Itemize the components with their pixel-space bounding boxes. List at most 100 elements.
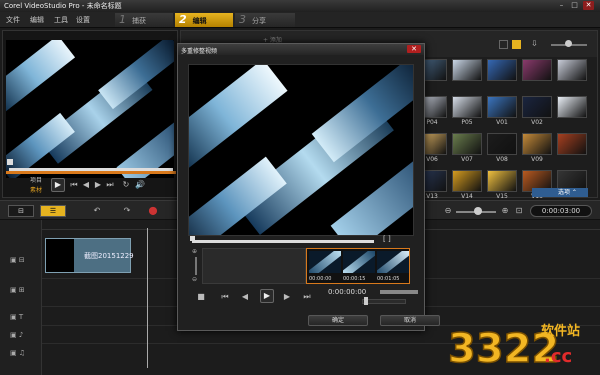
frame-thumbnail[interactable] bbox=[309, 251, 341, 273]
media-thumbnail[interactable] bbox=[487, 96, 517, 118]
music-track-icon[interactable]: ▣ ♫ bbox=[10, 349, 34, 359]
list-view-icon[interactable] bbox=[499, 40, 508, 49]
tab-share[interactable]: 3 分享 bbox=[235, 13, 295, 27]
frame-timecode: 00:00:00 bbox=[309, 276, 332, 282]
play-button[interactable]: ▶ bbox=[51, 178, 65, 192]
skip-start-icon[interactable]: ⏮ bbox=[69, 180, 79, 190]
tab-capture[interactable]: 1 捕获 bbox=[115, 13, 173, 27]
zoom-in-icon[interactable]: ⊕ bbox=[500, 206, 510, 216]
tab-edit[interactable]: 2 编辑 bbox=[175, 13, 233, 27]
dialog-image-shard bbox=[189, 65, 288, 171]
media-thumbnail[interactable] bbox=[452, 133, 482, 155]
media-thumbnail[interactable] bbox=[522, 96, 552, 118]
media-thumbnail[interactable] bbox=[452, 170, 482, 192]
clip-mode-label[interactable]: 素材 bbox=[30, 185, 42, 194]
skip-start-icon[interactable]: ⏮ bbox=[220, 292, 230, 302]
slider-knob[interactable] bbox=[474, 207, 482, 215]
media-thumbnail-label: V15 bbox=[496, 193, 508, 200]
storyboard-view-button[interactable]: ⊟ bbox=[8, 205, 34, 217]
frame-strip[interactable]: 00:00:00 00:00:15 00:01:05 bbox=[306, 248, 410, 284]
stop-icon[interactable]: ■ bbox=[196, 292, 206, 302]
volume-icon[interactable]: 🔊 bbox=[135, 180, 145, 190]
step-number: 1 bbox=[119, 13, 126, 26]
media-thumbnail[interactable] bbox=[452, 96, 482, 118]
sort-icon[interactable]: ⇩ bbox=[531, 39, 541, 49]
video-track-icon[interactable]: ▣ ⊟ bbox=[10, 256, 34, 266]
menu-settings[interactable]: 设置 bbox=[76, 15, 90, 25]
trim-range-bar[interactable] bbox=[6, 171, 176, 174]
frame-strip-empty-area[interactable] bbox=[202, 248, 306, 284]
frame-timecode: 00:01:05 bbox=[377, 276, 400, 282]
watermark-logo: 3322 软件站 .cc bbox=[447, 323, 580, 372]
maximize-button[interactable]: □ bbox=[569, 1, 580, 10]
media-thumbnail[interactable] bbox=[557, 96, 587, 118]
thumbnail-view-icon[interactable] bbox=[512, 40, 521, 49]
media-thumbnail-label: P05 bbox=[461, 119, 473, 126]
skip-end-icon[interactable]: ⏭ bbox=[105, 180, 115, 190]
menu-bar: 文件 编辑 工具 设置 1 捕获 2 编辑 3 分享 bbox=[0, 12, 600, 28]
media-thumbnail[interactable] bbox=[487, 59, 517, 81]
playhead[interactable] bbox=[147, 228, 148, 368]
preview-panel: 项目 素材 ▶ ⏮ ◀ ▶ ⏭ ↻ 🔊 bbox=[2, 30, 178, 198]
project-mode-label[interactable]: 项目 bbox=[30, 175, 42, 184]
jog-knob[interactable] bbox=[364, 297, 368, 305]
media-thumbnail[interactable] bbox=[557, 133, 587, 155]
dialog-title-bar: 多重修整视频 ✕ bbox=[178, 44, 424, 55]
jog-slider[interactable] bbox=[362, 299, 406, 304]
menu-tools[interactable]: 工具 bbox=[54, 15, 68, 25]
step-number: 3 bbox=[239, 13, 246, 26]
strip-zoom-control[interactable]: ⊕ ⊖ bbox=[192, 248, 200, 284]
repeat-icon[interactable]: ↻ bbox=[121, 180, 131, 190]
timeline-timecode: 0:00:03:00 bbox=[530, 205, 592, 217]
dialog-scrubber[interactable] bbox=[192, 240, 374, 243]
dialog-timecode: 0:00:00:00 bbox=[328, 288, 367, 296]
record-icon[interactable]: ⬤ bbox=[148, 206, 158, 216]
prev-frame-icon[interactable]: ◀ bbox=[81, 180, 91, 190]
video-clip[interactable]: 截图20151229 bbox=[45, 238, 134, 273]
media-thumbnail[interactable] bbox=[487, 133, 517, 155]
media-thumbnail[interactable] bbox=[522, 59, 552, 81]
media-thumbnail-label: V09 bbox=[531, 156, 543, 163]
step-number: 2 bbox=[179, 13, 187, 26]
fit-project-icon[interactable]: ⊡ bbox=[514, 206, 524, 216]
options-button[interactable]: 选项 ⌃ bbox=[532, 188, 588, 197]
overlay-track-icon[interactable]: ▣ ⊞ bbox=[10, 286, 34, 296]
menu-file[interactable]: 文件 bbox=[6, 15, 20, 25]
mark-in-out-buttons[interactable]: [ ] bbox=[383, 235, 391, 243]
dialog-close-button[interactable]: ✕ bbox=[407, 45, 421, 53]
preview-trim-marker[interactable] bbox=[7, 159, 13, 165]
cancel-button[interactable]: 取消 bbox=[380, 315, 440, 326]
title-track-icon[interactable]: ▣ T bbox=[10, 313, 34, 323]
frame-thumbnail[interactable] bbox=[377, 251, 409, 273]
step-label: 捕获 bbox=[132, 17, 146, 25]
dialog-preview-screen bbox=[188, 64, 414, 236]
slider-knob[interactable] bbox=[565, 40, 572, 47]
timeline-view-button[interactable]: ☰ bbox=[40, 205, 66, 217]
redo-icon[interactable]: ↷ bbox=[122, 206, 132, 216]
next-frame-icon[interactable]: ▶ bbox=[93, 180, 103, 190]
watermark-tld: .cc bbox=[544, 346, 572, 367]
ok-button[interactable]: 确定 bbox=[308, 315, 368, 326]
menu-edit[interactable]: 编辑 bbox=[30, 15, 44, 25]
zoom-in-icon[interactable]: ⊕ bbox=[192, 248, 197, 255]
minimize-button[interactable]: – bbox=[556, 1, 567, 10]
skip-end-icon[interactable]: ⏭ bbox=[302, 292, 312, 302]
preview-screen bbox=[6, 40, 174, 178]
media-thumbnail-label: V01 bbox=[496, 119, 508, 126]
zoom-track[interactable] bbox=[195, 257, 197, 275]
media-thumbnail[interactable] bbox=[487, 170, 517, 192]
zoom-out-icon[interactable]: ⊖ bbox=[192, 276, 197, 283]
undo-icon[interactable]: ↶ bbox=[92, 206, 102, 216]
frame-thumbnail[interactable] bbox=[343, 251, 375, 273]
media-thumbnail-label: V07 bbox=[461, 156, 473, 163]
volume-slider[interactable] bbox=[380, 290, 418, 294]
play-button[interactable]: ▶ bbox=[260, 289, 274, 303]
next-frame-icon[interactable]: ▶ bbox=[282, 292, 292, 302]
prev-frame-icon[interactable]: ◀ bbox=[240, 292, 250, 302]
media-thumbnail[interactable] bbox=[557, 59, 587, 81]
voice-track-icon[interactable]: ▣ ♪ bbox=[10, 331, 34, 341]
media-thumbnail[interactable] bbox=[452, 59, 482, 81]
media-thumbnail[interactable] bbox=[522, 133, 552, 155]
close-button[interactable]: ✕ bbox=[583, 1, 594, 10]
zoom-out-icon[interactable]: ⊖ bbox=[443, 206, 453, 216]
